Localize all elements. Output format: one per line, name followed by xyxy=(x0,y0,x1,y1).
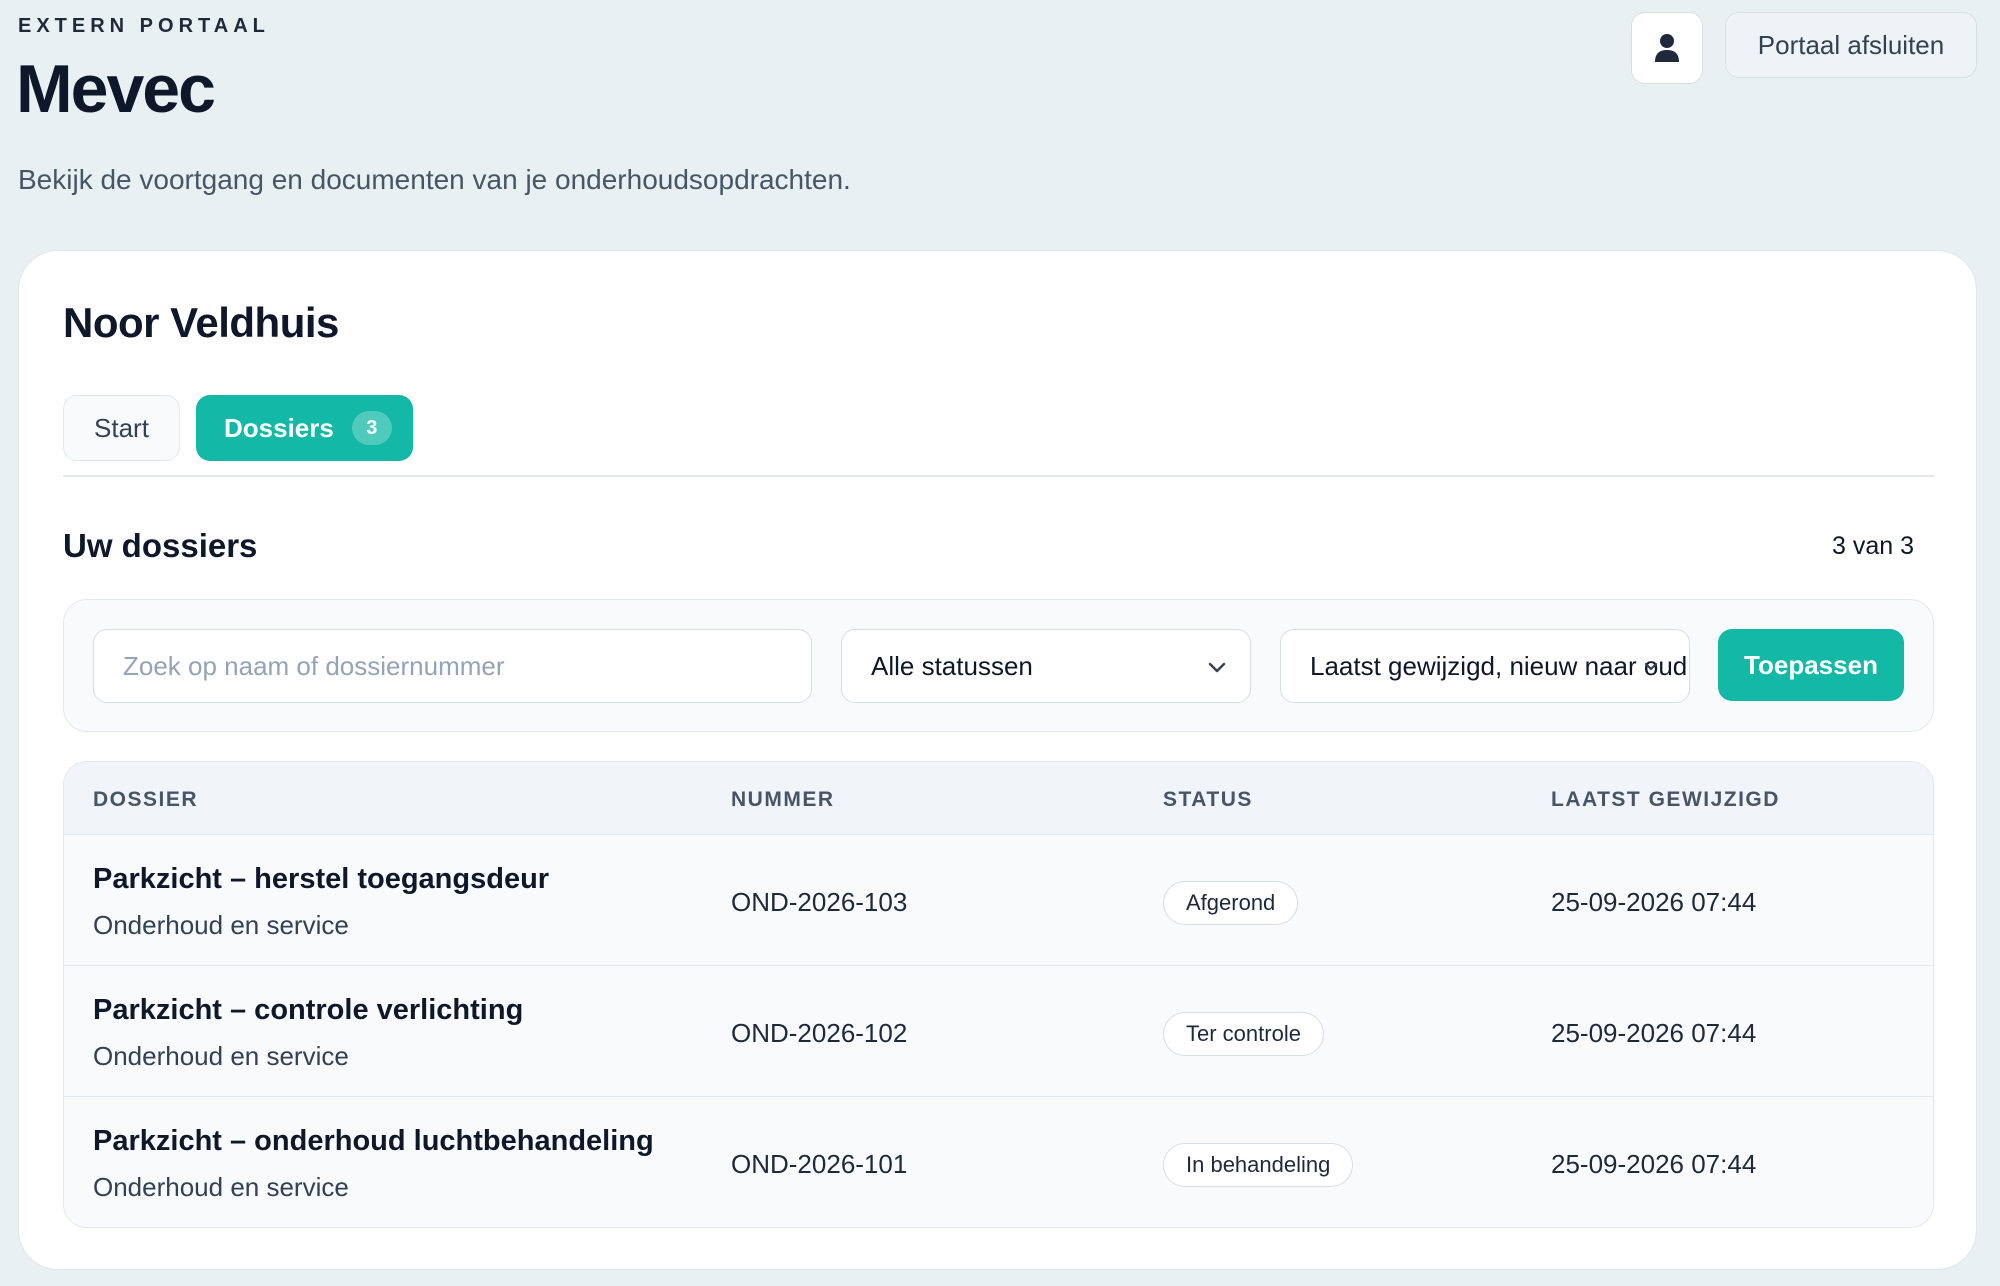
sort-select-value: Laatst gewijzigd, nieuw naar oud xyxy=(1310,650,1688,681)
close-portal-button[interactable]: Portaal afsluiten xyxy=(1725,12,1977,78)
tab-start-label: Start xyxy=(94,412,149,443)
section-title: Uw dossiers xyxy=(63,527,258,564)
dossier-number: OND-2026-101 xyxy=(731,1149,908,1179)
modified-date: 25-09-2026 07:44 xyxy=(1551,887,1757,917)
status-badge: In behandeling xyxy=(1163,1143,1354,1187)
result-count: 3 van 3 xyxy=(1831,532,1914,560)
status-select[interactable]: Alle statussen xyxy=(841,629,1251,703)
dossier-number: OND-2026-103 xyxy=(731,887,908,917)
customer-name: Noor Veldhuis xyxy=(63,299,339,346)
tabs-divider xyxy=(63,475,1934,477)
table-row[interactable]: Parkzicht – onderhoud luchtbehandeling O… xyxy=(64,1097,1933,1227)
main-card: Noor Veldhuis Start Dossiers 3 Uw dossie… xyxy=(18,250,1977,1270)
dossier-subtitle: Onderhoud en service xyxy=(93,1172,349,1202)
search-placeholder: Zoek op naam of dossiernummer xyxy=(123,650,505,681)
apply-button[interactable]: Toepassen xyxy=(1718,629,1904,701)
dossier-title[interactable]: Parkzicht – herstel toegangsdeur xyxy=(93,863,549,896)
column-header-dossier[interactable]: DOSSIER xyxy=(93,788,198,812)
modified-date: 25-09-2026 07:44 xyxy=(1551,1149,1757,1179)
tab-dossiers-label: Dossiers xyxy=(224,412,334,443)
tab-start[interactable]: Start xyxy=(63,395,180,461)
dossier-number: OND-2026-102 xyxy=(731,1018,908,1048)
table-row[interactable]: Parkzicht – controle verlichting Onderho… xyxy=(64,966,1933,1097)
column-header-nummer[interactable]: NUMMER xyxy=(731,788,835,812)
status-badge: Afgerond xyxy=(1163,881,1299,925)
portal-eyebrow: EXTERN PORTAAL xyxy=(18,15,270,37)
dossier-subtitle: Onderhoud en service xyxy=(93,910,349,940)
dossier-title[interactable]: Parkzicht – onderhoud luchtbehandeling xyxy=(93,1125,654,1158)
status-select-value: Alle statussen xyxy=(871,650,1033,681)
table-header: DOSSIER NUMMER STATUS LAATST GEWIJZIGD xyxy=(64,762,1933,835)
chevron-down-icon xyxy=(1208,662,1226,673)
dossier-subtitle: Onderhoud en service xyxy=(93,1041,349,1071)
status-badge: Ter controle xyxy=(1163,1012,1324,1056)
column-header-status[interactable]: STATUS xyxy=(1163,788,1253,812)
filter-bar: Zoek op naam of dossiernummer Alle statu… xyxy=(63,599,1934,732)
brand-title: Mevec xyxy=(16,51,216,127)
dossier-title[interactable]: Parkzicht – controle verlichting xyxy=(93,994,523,1027)
dossier-count-badge: 3 xyxy=(351,411,392,445)
search-input[interactable]: Zoek op naam of dossiernummer xyxy=(93,629,812,703)
user-icon xyxy=(1655,34,1679,62)
dossier-table: DOSSIER NUMMER STATUS LAATST GEWIJZIGD P… xyxy=(63,761,1934,1228)
modified-date: 25-09-2026 07:44 xyxy=(1551,1018,1757,1048)
column-header-modified[interactable]: LAATST GEWIJZIGD xyxy=(1551,788,1780,812)
table-row[interactable]: Parkzicht – herstel toegangsdeur Onderho… xyxy=(64,835,1933,966)
intro-text: Bekijk de voortgang en documenten van je… xyxy=(18,164,851,195)
sort-select[interactable]: Laatst gewijzigd, nieuw naar oud xyxy=(1280,629,1690,703)
chevron-down-icon xyxy=(1644,662,1658,671)
account-button[interactable] xyxy=(1631,12,1703,84)
tab-dossiers[interactable]: Dossiers 3 xyxy=(196,395,413,461)
